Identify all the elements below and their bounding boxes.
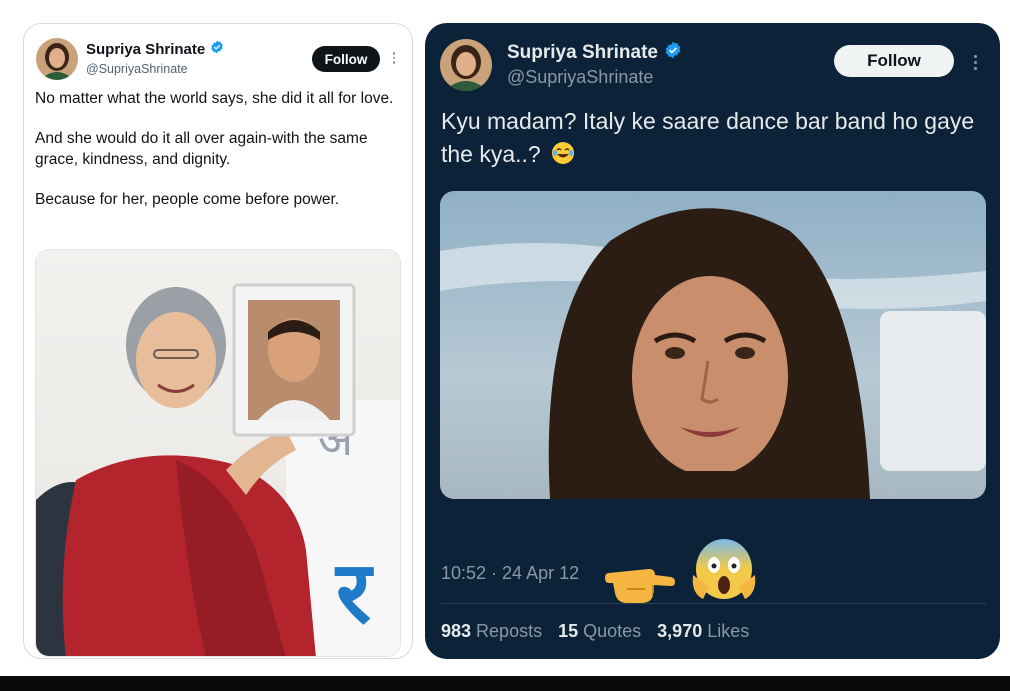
author-handle[interactable]: @SupriyaShrinate [86, 62, 188, 76]
more-options-icon[interactable] [970, 51, 980, 73]
verified-badge-icon [664, 41, 682, 65]
likes-stat[interactable]: 3,970 Likes [657, 621, 749, 642]
laughing-tears-emoji-icon [551, 141, 575, 174]
tweet-card-right: Supriya Shrinate @SupriyaShrinate Follow… [425, 23, 1000, 659]
author-name[interactable]: Supriya Shrinate [86, 41, 205, 58]
author-name[interactable]: Supriya Shrinate [507, 42, 658, 64]
divider [441, 603, 986, 604]
tweet-paragraph: And she would do it all over again-with … [35, 130, 368, 168]
reposts-stat[interactable]: 983 Reposts [441, 621, 542, 642]
bottom-bar [0, 676, 1010, 691]
quotes-stat[interactable]: 15 Quotes [558, 621, 641, 642]
author-name-row[interactable]: Supriya Shrinate [507, 41, 682, 65]
avatar[interactable] [440, 39, 492, 91]
author-handle[interactable]: @SupriyaShrinate [507, 67, 653, 88]
tweet-text: Kyu madam? Italy ke saare dance bar band… [441, 105, 981, 174]
tweet-paragraph: No matter what the world says, she did i… [35, 90, 394, 107]
tweet-paragraph: Because for her, people come before powe… [35, 191, 340, 208]
more-options-icon[interactable] [390, 48, 398, 68]
avatar[interactable] [36, 38, 78, 80]
author-name-row[interactable]: Supriya Shrinate [86, 40, 224, 58]
follow-button[interactable]: Follow [834, 45, 954, 77]
tweet-card-left: Supriya Shrinate @SupriyaShrinate Follow… [23, 23, 413, 659]
tweet-text: No matter what the world says, she did i… [35, 88, 407, 229]
tweet-timestamp[interactable]: 10:52 · 24 Apr 12 [441, 563, 579, 584]
tweet-text-content: Kyu madam? Italy ke saare dance bar band… [441, 108, 975, 167]
tweet-photo[interactable] [440, 191, 986, 499]
tweet-photo[interactable]: अ र [35, 249, 401, 657]
screaming-face-emoji-icon [689, 535, 759, 607]
tweet-stats: 983 Reposts 15 Quotes 3,970 Likes [441, 621, 749, 642]
follow-button[interactable]: Follow [312, 46, 380, 72]
pointing-hand-emoji-icon [605, 547, 677, 607]
verified-badge-icon [210, 40, 224, 58]
sign-text: र [334, 543, 374, 643]
